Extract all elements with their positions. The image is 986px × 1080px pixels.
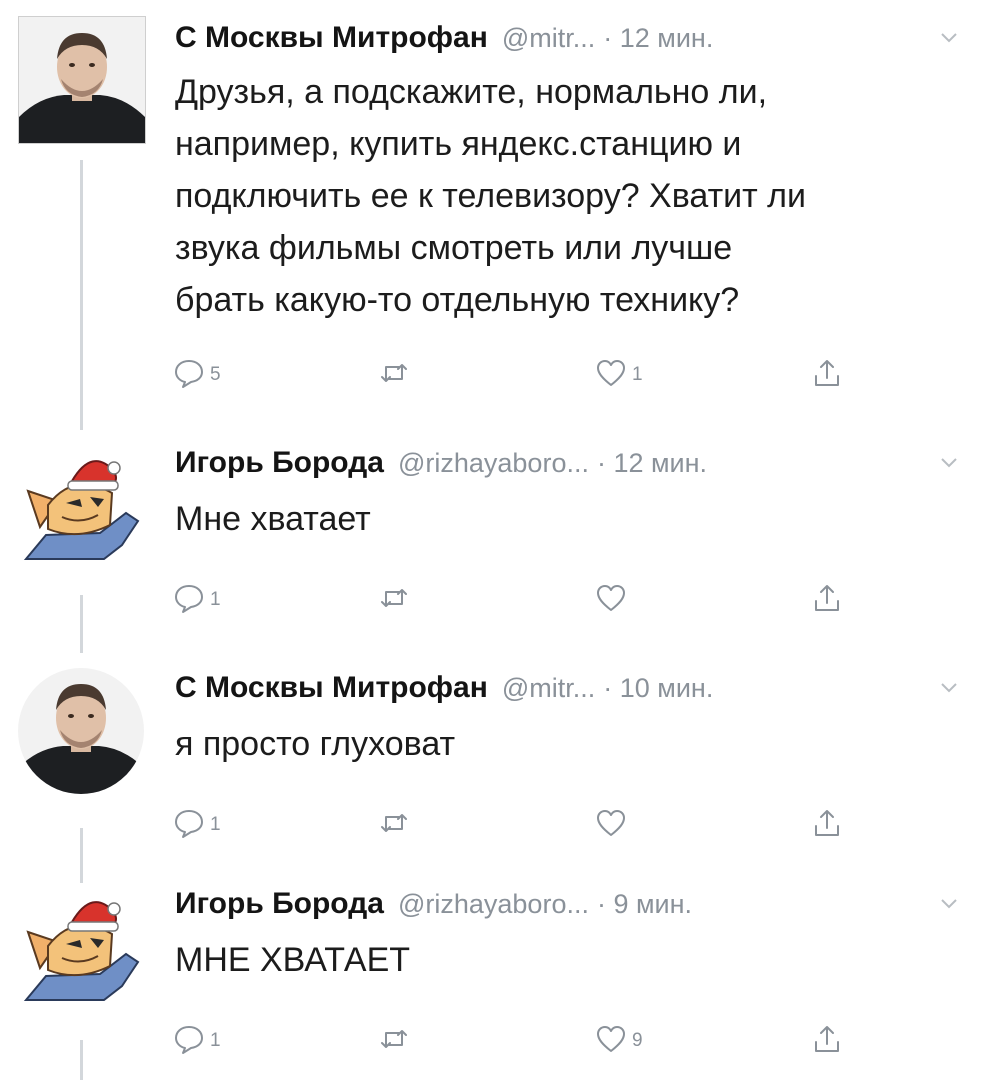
reply-count: 5 bbox=[210, 364, 221, 385]
retweet-button[interactable] bbox=[377, 803, 415, 843]
avatar-photo bbox=[18, 668, 144, 794]
share-icon bbox=[815, 585, 839, 611]
tweet-header: С Москвы Митрофан @mitr... · 12 мин. bbox=[175, 16, 713, 60]
author-name[interactable]: Игорь Борода bbox=[175, 887, 384, 921]
share-button[interactable] bbox=[810, 353, 844, 393]
tweet-text-line: я просто глуховат bbox=[175, 725, 456, 763]
tweet-text-line: Мне хватает bbox=[175, 500, 371, 538]
share-icon bbox=[815, 360, 839, 386]
tweet-text-line: Друзья, а подскажите, нормально ли, bbox=[175, 73, 768, 111]
retweet-icon bbox=[381, 364, 407, 382]
like-button[interactable] bbox=[594, 578, 632, 618]
tweet-text: МНЕ ХВАТАЕТ bbox=[175, 934, 410, 986]
share-icon bbox=[815, 810, 839, 836]
reply-count: 1 bbox=[210, 1030, 221, 1051]
reply-button[interactable]: 1 bbox=[172, 1019, 221, 1059]
retweet-button[interactable] bbox=[377, 1019, 415, 1059]
reply-count: 1 bbox=[210, 814, 221, 835]
reply-count: 1 bbox=[210, 589, 221, 610]
author-handle[interactable]: @mitr... bbox=[502, 23, 595, 54]
tweet-text-line: брать какую-то отдельную технику? bbox=[175, 281, 740, 319]
tweet-actions: 1 9 bbox=[172, 1019, 872, 1059]
retweet-icon bbox=[381, 1030, 407, 1048]
share-button[interactable] bbox=[810, 1019, 844, 1059]
tweet-text-line: например, купить яндекс.станцию и bbox=[175, 125, 742, 163]
reply-button[interactable]: 1 bbox=[172, 803, 221, 843]
retweet-button[interactable] bbox=[377, 353, 415, 393]
tweet-text: Мне хватает bbox=[175, 493, 371, 545]
timestamp[interactable]: · 10 мин. bbox=[603, 673, 713, 704]
author-handle[interactable]: @rizhayaboro... bbox=[398, 889, 589, 920]
share-button[interactable] bbox=[810, 803, 844, 843]
reply-button[interactable]: 5 bbox=[172, 353, 221, 393]
like-count: 1 bbox=[632, 364, 643, 385]
retweet-icon bbox=[381, 589, 407, 607]
avatar-drawing bbox=[23, 901, 140, 1001]
avatar[interactable] bbox=[18, 16, 146, 144]
author-handle[interactable]: @rizhayaboro... bbox=[398, 448, 589, 479]
tweet-actions: 1 bbox=[172, 803, 872, 843]
reply-icon bbox=[175, 810, 203, 838]
timestamp[interactable]: · 12 мин. bbox=[603, 23, 713, 54]
tweet[interactable]: С Москвы Митрофан @mitr... · 10 мин. я п… bbox=[0, 666, 986, 846]
share-button[interactable] bbox=[810, 578, 844, 618]
heart-icon bbox=[597, 1026, 625, 1052]
tweet-text-line: звука фильмы смотреть или лучше bbox=[175, 229, 733, 267]
avatar[interactable] bbox=[18, 441, 144, 567]
avatar-drawing bbox=[23, 460, 140, 560]
tweet-text-line: МНЕ ХВАТАЕТ bbox=[175, 941, 411, 979]
chevron-down-icon[interactable] bbox=[938, 676, 960, 698]
tweet[interactable]: Игорь Борода @rizhayaboro... · 12 мин. М… bbox=[0, 441, 986, 621]
like-button[interactable] bbox=[594, 803, 632, 843]
timestamp[interactable]: · 9 мин. bbox=[597, 889, 692, 920]
reply-icon bbox=[175, 360, 203, 388]
reply-icon bbox=[175, 585, 203, 613]
avatar-photo bbox=[19, 17, 145, 143]
chevron-down-icon[interactable] bbox=[938, 451, 960, 473]
heart-icon bbox=[597, 360, 625, 386]
tweet-header: Игорь Борода @rizhayaboro... · 9 мин. bbox=[175, 882, 692, 926]
reply-icon bbox=[175, 1026, 203, 1054]
like-button[interactable]: 1 bbox=[594, 353, 643, 393]
heart-icon bbox=[597, 810, 625, 836]
chevron-down-icon[interactable] bbox=[938, 892, 960, 914]
retweet-button[interactable] bbox=[377, 578, 415, 618]
author-handle[interactable]: @mitr... bbox=[502, 673, 595, 704]
share-icon bbox=[815, 1026, 839, 1052]
heart-icon bbox=[597, 585, 625, 611]
chevron-down-icon[interactable] bbox=[938, 26, 960, 48]
timestamp[interactable]: · 12 мин. bbox=[597, 448, 707, 479]
like-count: 9 bbox=[632, 1030, 643, 1051]
like-button[interactable]: 9 bbox=[594, 1019, 643, 1059]
tweet-header: С Москвы Митрофан @mitr... · 10 мин. bbox=[175, 666, 713, 710]
tweet-text: я просто глуховат bbox=[175, 718, 455, 770]
tweet-text: Друзья, а подскажите, нормально ли, напр… bbox=[175, 66, 806, 326]
avatar[interactable] bbox=[18, 882, 144, 1008]
author-name[interactable]: Игорь Борода bbox=[175, 446, 384, 480]
tweet-text-line: подключить ее к телевизору? Хватит ли bbox=[175, 177, 806, 215]
tweet-header: Игорь Борода @rizhayaboro... · 12 мин. bbox=[175, 441, 707, 485]
tweet-actions: 5 1 bbox=[172, 353, 872, 393]
retweet-icon bbox=[381, 814, 407, 832]
reply-button[interactable]: 1 bbox=[172, 578, 221, 618]
tweet-actions: 1 bbox=[172, 578, 872, 618]
author-name[interactable]: С Москвы Митрофан bbox=[175, 671, 488, 705]
author-name[interactable]: С Москвы Митрофан bbox=[175, 21, 488, 55]
tweet[interactable]: С Москвы Митрофан @mitr... · 12 мин. Дру… bbox=[0, 16, 986, 416]
tweet[interactable]: Игорь Борода @rizhayaboro... · 9 мин. МН… bbox=[0, 882, 986, 1062]
avatar[interactable] bbox=[18, 668, 144, 794]
